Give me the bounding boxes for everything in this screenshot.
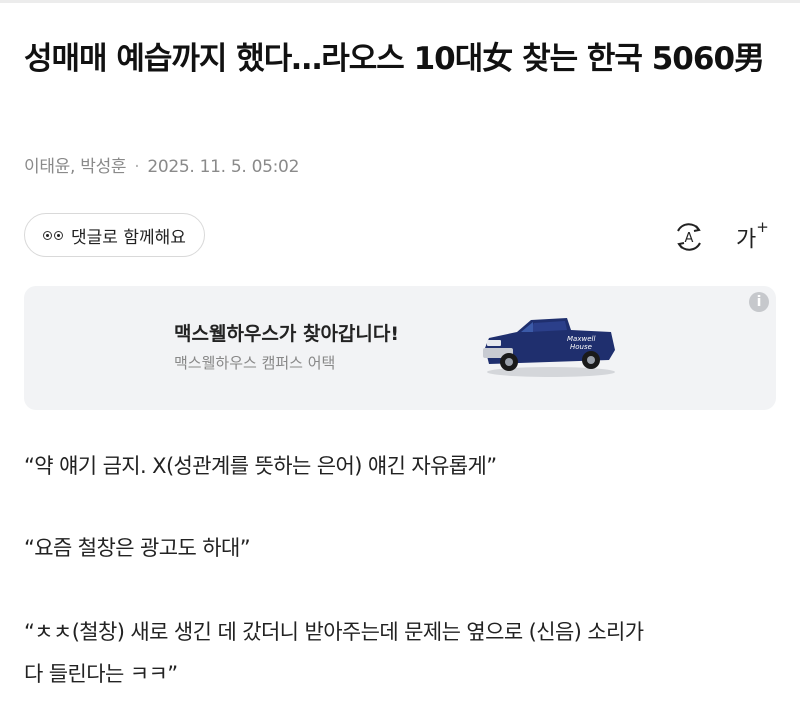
- ad-title: 맥스웰하우스가 찾아갑니다!: [174, 323, 400, 345]
- body-paragraph: “요즘 철창은 광고도 하대”: [24, 536, 251, 560]
- info-icon[interactable]: i: [749, 292, 769, 312]
- article-meta: 이태윤, 박성훈 · 2025. 11. 5. 05:02: [24, 152, 299, 177]
- body-paragraph: 다 들린다는 ㅋㅋ”: [24, 662, 178, 686]
- ad-subtitle: 맥스웰하우스 캠퍼스 어택: [174, 354, 336, 372]
- truck-image: Maxwell House: [483, 318, 615, 377]
- meta-separator: ·: [134, 157, 140, 177]
- top-divider: [0, 0, 800, 3]
- body-paragraph: “약 얘기 금지. X(성관계를 뜻하는 은어) 얘긴 자유롭게”: [24, 454, 497, 478]
- article-date: 2025. 11. 5. 05:02: [147, 157, 300, 177]
- ad-banner[interactable]: i 맥스웰하우스가 찾아갑니다! 맥스웰하우스 캠퍼스 어택 Maxwell H…: [24, 286, 776, 410]
- truck-text-1: Maxwell: [567, 335, 595, 343]
- article-authors[interactable]: 이태윤, 박성훈: [24, 157, 127, 177]
- article-headline: 성매매 예습까지 했다…라오스 10대女 찾는 한국 5060男: [24, 41, 765, 77]
- truck-text-2: House: [570, 343, 592, 351]
- plus-icon: +: [756, 218, 769, 236]
- eyes-icon: [43, 230, 63, 240]
- font-size-label: 가: [736, 227, 757, 253]
- comment-button-label: 댓글로 함께해요: [71, 227, 186, 248]
- font-size-button[interactable]: 가+: [736, 218, 769, 255]
- text-to-speech-icon[interactable]: A: [672, 222, 706, 252]
- comment-button[interactable]: 댓글로 함께해요: [24, 213, 205, 257]
- svg-text:A: A: [685, 231, 694, 246]
- body-paragraph: “ㅊㅊ(철창) 새로 생긴 데 갔더니 받아주는데 문제는 옆으로 (신음) 소…: [24, 620, 644, 644]
